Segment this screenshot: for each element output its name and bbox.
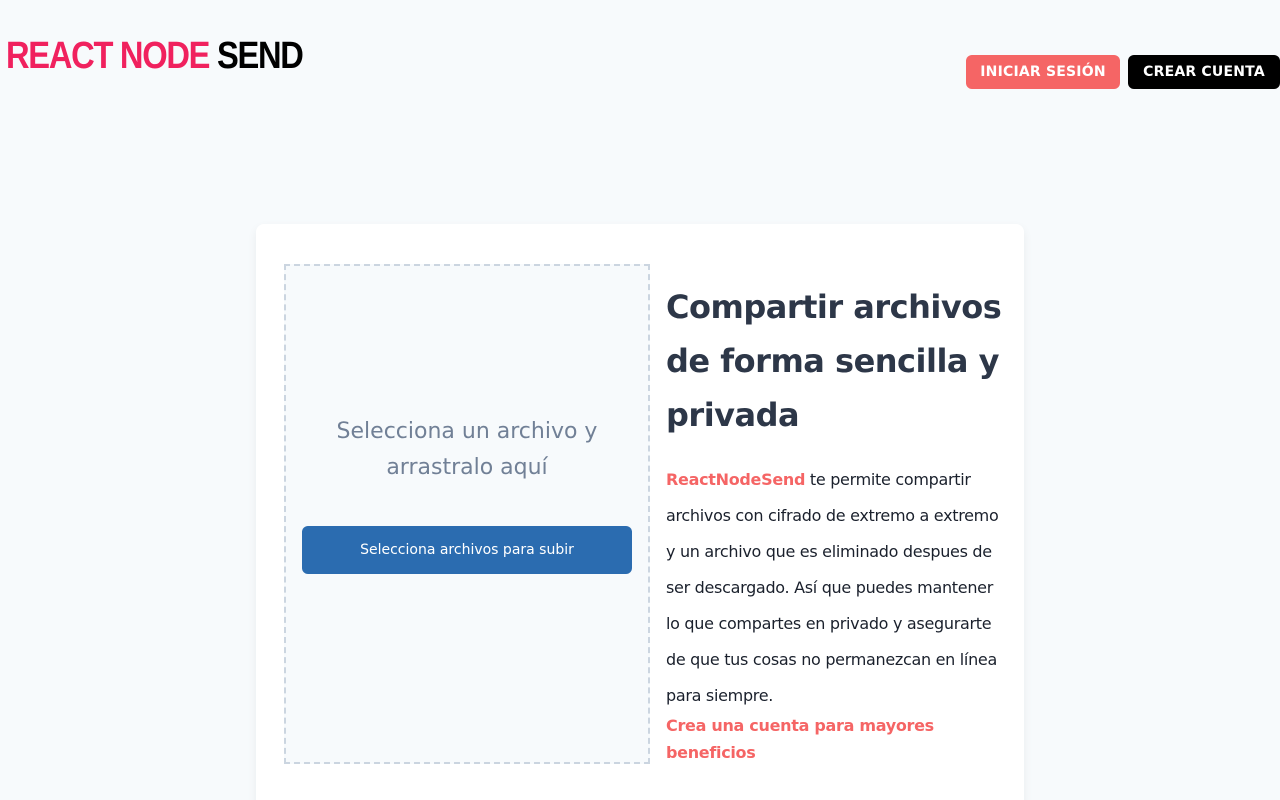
description-text: te permite compartir archivos con cifrad… [666,470,999,705]
login-button[interactable]: INICIAR SESIÓN [966,55,1120,89]
info-section: Compartir archivos de forma sencilla y p… [666,280,1006,766]
logo-part-send: SEND [216,35,304,77]
page-title: Compartir archivos de forma sencilla y p… [666,288,1002,434]
description: ReactNodeSend te permite compartir archi… [666,462,1006,714]
select-files-button[interactable]: Selecciona archivos para subir [302,526,632,574]
logo[interactable]: REACT NODE SEND [6,35,304,77]
create-account-link[interactable]: Crea una cuenta para mayores beneficios [666,712,1006,766]
file-dropzone[interactable]: Selecciona un archivo y arrastralo aquí … [284,264,650,764]
main-card: Selecciona un archivo y arrastralo aquí … [256,224,1024,800]
brand-name: ReactNodeSend [666,470,806,489]
create-account-button[interactable]: CREAR CUENTA [1128,55,1280,89]
logo-part-react-node: REACT NODE [6,35,210,77]
dropzone-prompt: Selecciona un archivo y arrastralo aquí [336,419,598,480]
